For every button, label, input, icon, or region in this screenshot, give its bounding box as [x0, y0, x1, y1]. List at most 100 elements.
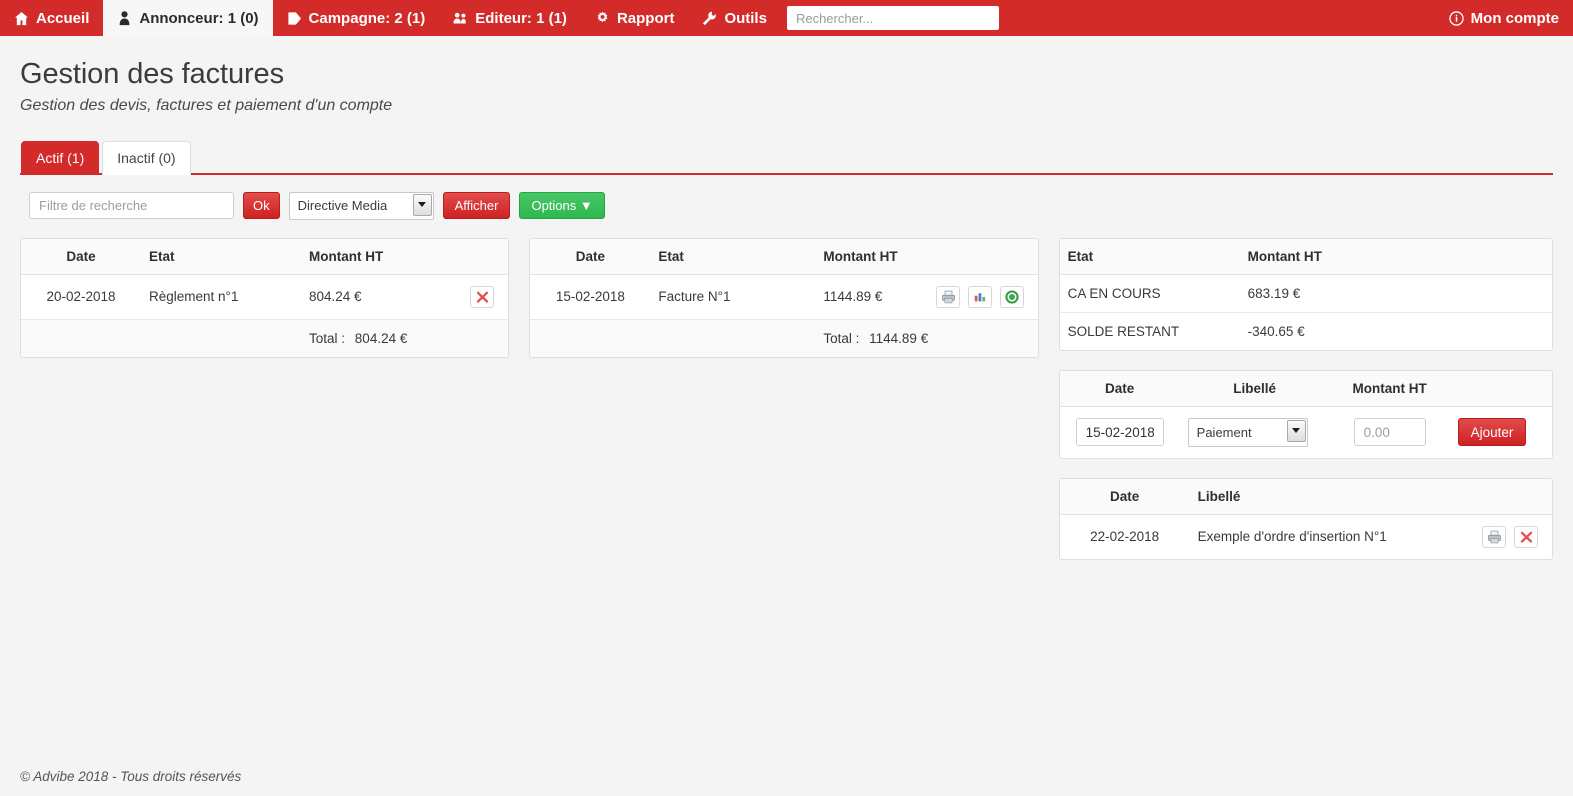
cell-amount: 1144.89 €: [815, 274, 925, 320]
cell-actions: [448, 274, 509, 320]
orders-panel: Date Libellé 22-02-2018 Exemple d'ordre …: [1058, 477, 1553, 560]
column-header-montant: Montant HT: [1329, 370, 1450, 407]
nav-item-mon-compte[interactable]: Mon compte: [1435, 0, 1573, 36]
cell-date: 20-02-2018: [21, 274, 141, 320]
delete-icon[interactable]: [1514, 525, 1538, 548]
navbar-search-wrapper: [781, 0, 1007, 36]
nav-item-editeur[interactable]: Editeur: 1 (1): [439, 0, 581, 36]
print-icon[interactable]: [936, 285, 961, 308]
nav-item-rapport[interactable]: Rapport: [581, 0, 689, 36]
advertiser-select[interactable]: Directive Media: [288, 191, 434, 220]
options-button[interactable]: Options ▼: [519, 192, 605, 220]
ajouter-button[interactable]: Ajouter: [1457, 418, 1527, 447]
invoices-column: Date Etat Montant HT 15-02-2018 Facture …: [529, 237, 1039, 377]
payment-date-input[interactable]: [1075, 418, 1164, 447]
table-row: 20-02-2018 Règlement n°1 804.24 €: [21, 274, 509, 320]
page-container: Gestion des factures Gestion des devis, …: [0, 36, 1573, 579]
add-payment-panel: Date Libellé Montant HT 15-02-2018 Paiem…: [1058, 369, 1553, 459]
chart-icon[interactable]: [967, 285, 992, 308]
cell-libelle: Exemple d'ordre d'insertion N°1: [1189, 514, 1471, 559]
cell-etat: Facture N°1: [650, 274, 816, 320]
cell-etat: Règlement n°1: [141, 274, 301, 320]
column-header-actions: [1449, 370, 1552, 407]
user-icon: [117, 10, 132, 26]
column-header-etat: Etat: [650, 238, 816, 275]
payments-column: Date Etat Montant HT 20-02-2018 Règlemen…: [20, 237, 510, 377]
afficher-button[interactable]: Afficher: [442, 192, 511, 220]
main-navbar: Accueil Annonceur: 1 (0) Campagne: 2 (1)…: [0, 0, 1573, 36]
cell-label: CA EN COURS: [1059, 274, 1240, 313]
chevron-down-icon[interactable]: [412, 193, 432, 216]
page-subtitle: Gestion des devis, factures et paiement …: [20, 97, 393, 114]
total-value: 1144.89 €: [869, 330, 929, 346]
nav-item-label: Annonceur: 1 (0): [139, 9, 259, 27]
wrench-icon: [702, 11, 717, 26]
nav-item-label: Accueil: [36, 9, 90, 27]
tag-icon: [287, 11, 302, 26]
table-row: CA EN COURS 683.19 €: [1059, 274, 1552, 313]
search-input[interactable]: [786, 6, 999, 30]
add-payment-table: Date Libellé Montant HT 15-02-2018 Paiem…: [1059, 370, 1552, 458]
right-column: Etat Montant HT CA EN COURS 683.19 € SOL…: [1058, 237, 1553, 579]
column-header-libelle: Libellé: [1179, 370, 1330, 407]
home-icon: [14, 11, 29, 26]
table-header-row: Date Libellé Montant HT: [1059, 370, 1552, 407]
ok-button[interactable]: Ok: [243, 192, 280, 220]
table-header-row: Date Etat Montant HT: [530, 238, 1038, 275]
column-header-etat: Etat: [141, 238, 301, 275]
column-header-date: Date: [1059, 370, 1180, 407]
payments-table: Date Etat Montant HT 20-02-2018 Règlemen…: [21, 238, 509, 357]
column-header-montant: Montant HT: [301, 238, 449, 275]
filter-search-input[interactable]: [29, 192, 234, 220]
advertiser-select-value[interactable]: Directive Media: [288, 191, 434, 220]
payment-amount-input[interactable]: [1353, 418, 1426, 447]
nav-item-label: Campagne: 2 (1): [308, 9, 426, 27]
nav-item-accueil[interactable]: Accueil: [0, 0, 103, 36]
total-row: Total : 804.24 €: [21, 319, 509, 357]
info-circle-icon: [1448, 10, 1464, 26]
column-header-etat: Etat: [1059, 238, 1240, 275]
navbar-right-group: Mon compte: [1435, 0, 1573, 36]
total-label: Total :: [823, 330, 860, 346]
cell-actions: [1470, 514, 1552, 559]
column-header-montant: Montant HT: [1239, 238, 1552, 275]
nav-item-outils[interactable]: Outils: [688, 0, 781, 36]
content-columns: Date Etat Montant HT 20-02-2018 Règlemen…: [20, 237, 1553, 579]
account-label: Mon compte: [1470, 9, 1559, 27]
column-header-date: Date: [530, 238, 651, 275]
payment-libelle-select[interactable]: Paiement: [1187, 417, 1308, 447]
table-row: SOLDE RESTANT -340.65 €: [1059, 312, 1552, 350]
validate-icon[interactable]: [999, 285, 1024, 308]
table-row: 15-02-2018 Facture N°1 1144.89 €: [530, 274, 1038, 320]
cell-amount: 804.24 €: [301, 274, 449, 320]
nav-item-campagne[interactable]: Campagne: 2 (1): [273, 0, 440, 36]
users-icon: [453, 11, 468, 26]
cell-amount: 683.19 €: [1239, 274, 1552, 313]
delete-icon[interactable]: [470, 285, 495, 308]
cell-amount: -340.65 €: [1239, 312, 1552, 350]
nav-item-annonceur[interactable]: Annonceur: 1 (0): [103, 0, 273, 36]
table-header-row: Date Etat Montant HT: [21, 238, 509, 275]
column-header-actions: [1470, 478, 1552, 515]
status-tabs: Actif (1) Inactif (0): [20, 139, 1553, 175]
cell-date: 22-02-2018: [1059, 514, 1190, 559]
gear-icon: [595, 10, 610, 26]
column-header-date: Date: [1059, 478, 1190, 515]
table-row: 22-02-2018 Exemple d'ordre d'insertion N…: [1059, 514, 1552, 559]
cell-label: SOLDE RESTANT: [1059, 312, 1240, 350]
filter-toolbar: Ok Directive Media Afficher Options ▼: [29, 191, 1553, 220]
tab-inactif[interactable]: Inactif (0): [102, 141, 191, 175]
add-payment-row: Paiement Ajouter: [1059, 406, 1552, 458]
invoices-panel: Date Etat Montant HT 15-02-2018 Facture …: [529, 237, 1039, 358]
column-header-actions: [448, 238, 509, 275]
orders-table: Date Libellé 22-02-2018 Exemple d'ordre …: [1059, 478, 1552, 559]
tab-actif[interactable]: Actif (1): [21, 141, 100, 175]
table-header-row: Date Libellé: [1059, 478, 1552, 515]
column-header-montant: Montant HT: [815, 238, 925, 275]
chevron-down-icon[interactable]: [1286, 419, 1306, 442]
total-label: Total :: [309, 330, 346, 346]
nav-item-label: Outils: [724, 9, 767, 27]
cell-actions: [924, 274, 1038, 320]
print-icon[interactable]: [1482, 525, 1507, 548]
column-header-date: Date: [21, 238, 141, 275]
